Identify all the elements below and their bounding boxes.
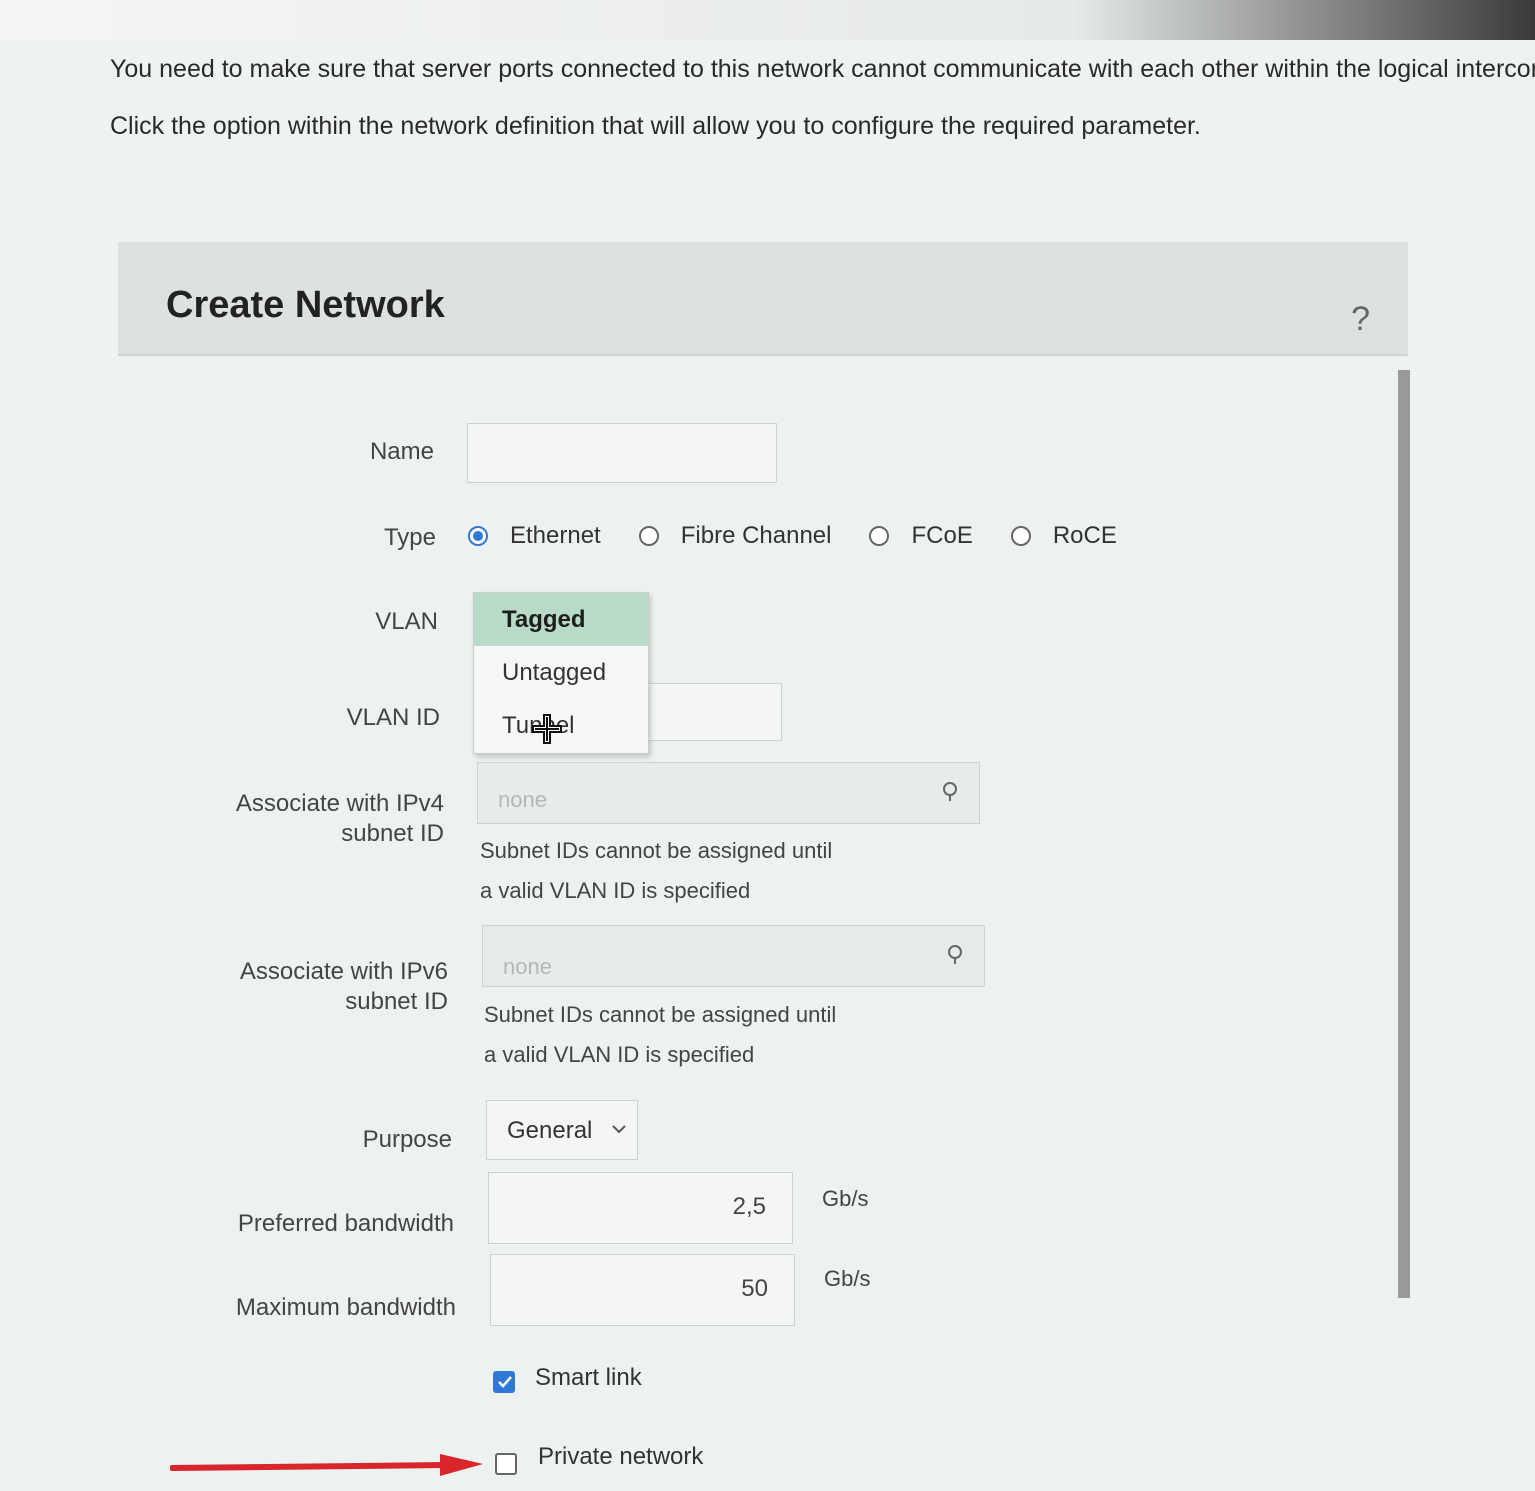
name-label: Name bbox=[369, 438, 434, 465]
instruction-line-2: Click the option within the network defi… bbox=[110, 112, 1201, 140]
ipv6-label-line1: Associate with IPv6 bbox=[239, 958, 448, 985]
radio-fcoe[interactable] bbox=[869, 526, 890, 546]
purpose-select[interactable]: General bbox=[486, 1100, 638, 1160]
dialog-header: Create Network ? bbox=[118, 242, 1408, 356]
maximum-bandwidth-input[interactable]: 50 bbox=[490, 1254, 795, 1326]
type-option-label: Fibre Channel bbox=[680, 522, 832, 549]
dialog-title: Create Network bbox=[166, 284, 445, 326]
purpose-select-value: General bbox=[507, 1117, 593, 1144]
type-option-fcoe[interactable]: FCoE bbox=[869, 522, 973, 550]
ipv4-subnet-input[interactable]: none bbox=[477, 762, 980, 824]
radio-ethernet[interactable] bbox=[468, 526, 488, 546]
vlan-id-label: VLAN ID bbox=[346, 704, 440, 731]
type-option-label: RoCE bbox=[1052, 522, 1117, 549]
private-network-label: Private network bbox=[538, 1443, 704, 1470]
ipv4-label-line1: Associate with IPv4 bbox=[235, 790, 444, 817]
maximum-bandwidth-value: 50 bbox=[741, 1275, 768, 1302]
type-radio-group: Ethernet Fibre Channel FCoE RoCE bbox=[468, 522, 1155, 550]
smart-link-checkbox[interactable] bbox=[493, 1371, 515, 1393]
preferred-bandwidth-unit: Gb/s bbox=[822, 1186, 869, 1211]
arrow-right-icon bbox=[170, 1454, 483, 1476]
smart-link-label: Smart link bbox=[535, 1364, 642, 1391]
radio-roce[interactable] bbox=[1010, 526, 1031, 546]
ipv4-label-line2: subnet ID bbox=[341, 820, 444, 847]
preferred-bandwidth-label: Preferred bandwidth bbox=[237, 1210, 454, 1237]
search-icon[interactable] bbox=[941, 781, 961, 801]
maximum-bandwidth-label: Maximum bandwidth bbox=[235, 1294, 456, 1321]
ipv6-note-line2: a valid VLAN ID is specified bbox=[484, 1042, 755, 1067]
top-bar bbox=[0, 0, 1535, 40]
vlan-option-tagged[interactable]: Tagged bbox=[474, 593, 648, 646]
type-option-ethernet[interactable]: Ethernet bbox=[468, 522, 601, 550]
chevron-down-icon bbox=[612, 1125, 626, 1134]
private-network-checkbox[interactable] bbox=[495, 1453, 517, 1475]
ipv6-label-line2: subnet ID bbox=[345, 988, 448, 1015]
vlan-option-untagged[interactable]: Untagged bbox=[474, 646, 648, 699]
preferred-bandwidth-input[interactable]: 2,5 bbox=[488, 1172, 793, 1244]
scrollbar[interactable] bbox=[1398, 370, 1410, 1298]
check-icon bbox=[498, 1376, 512, 1388]
radio-fibre-channel[interactable] bbox=[638, 526, 659, 546]
ipv4-note-line1: Subnet IDs cannot be assigned until bbox=[480, 838, 833, 863]
name-input[interactable] bbox=[467, 423, 777, 483]
type-option-label: Ethernet bbox=[510, 522, 601, 549]
vlan-label: VLAN bbox=[375, 608, 438, 635]
type-option-label: FCoE bbox=[911, 522, 973, 549]
ipv4-subnet-placeholder: none bbox=[498, 787, 547, 812]
preferred-bandwidth-value: 2,5 bbox=[732, 1193, 766, 1220]
help-button[interactable]: ? bbox=[1351, 300, 1370, 339]
purpose-label: Purpose bbox=[362, 1126, 452, 1153]
ipv6-note-line1: Subnet IDs cannot be assigned until bbox=[484, 1002, 837, 1027]
type-option-roce[interactable]: RoCE bbox=[1010, 522, 1117, 550]
instruction-line-1: You need to make sure that server ports … bbox=[110, 55, 1535, 83]
ipv6-subnet-placeholder: none bbox=[503, 954, 552, 979]
ipv4-note-line2: a valid VLAN ID is specified bbox=[480, 878, 751, 903]
ipv6-subnet-input[interactable]: none bbox=[482, 925, 985, 987]
maximum-bandwidth-unit: Gb/s bbox=[824, 1266, 871, 1291]
type-option-fibre-channel[interactable]: Fibre Channel bbox=[638, 522, 832, 550]
type-label: Type bbox=[383, 524, 436, 551]
search-icon[interactable] bbox=[946, 944, 966, 964]
crosshair-cursor-icon bbox=[532, 714, 562, 744]
